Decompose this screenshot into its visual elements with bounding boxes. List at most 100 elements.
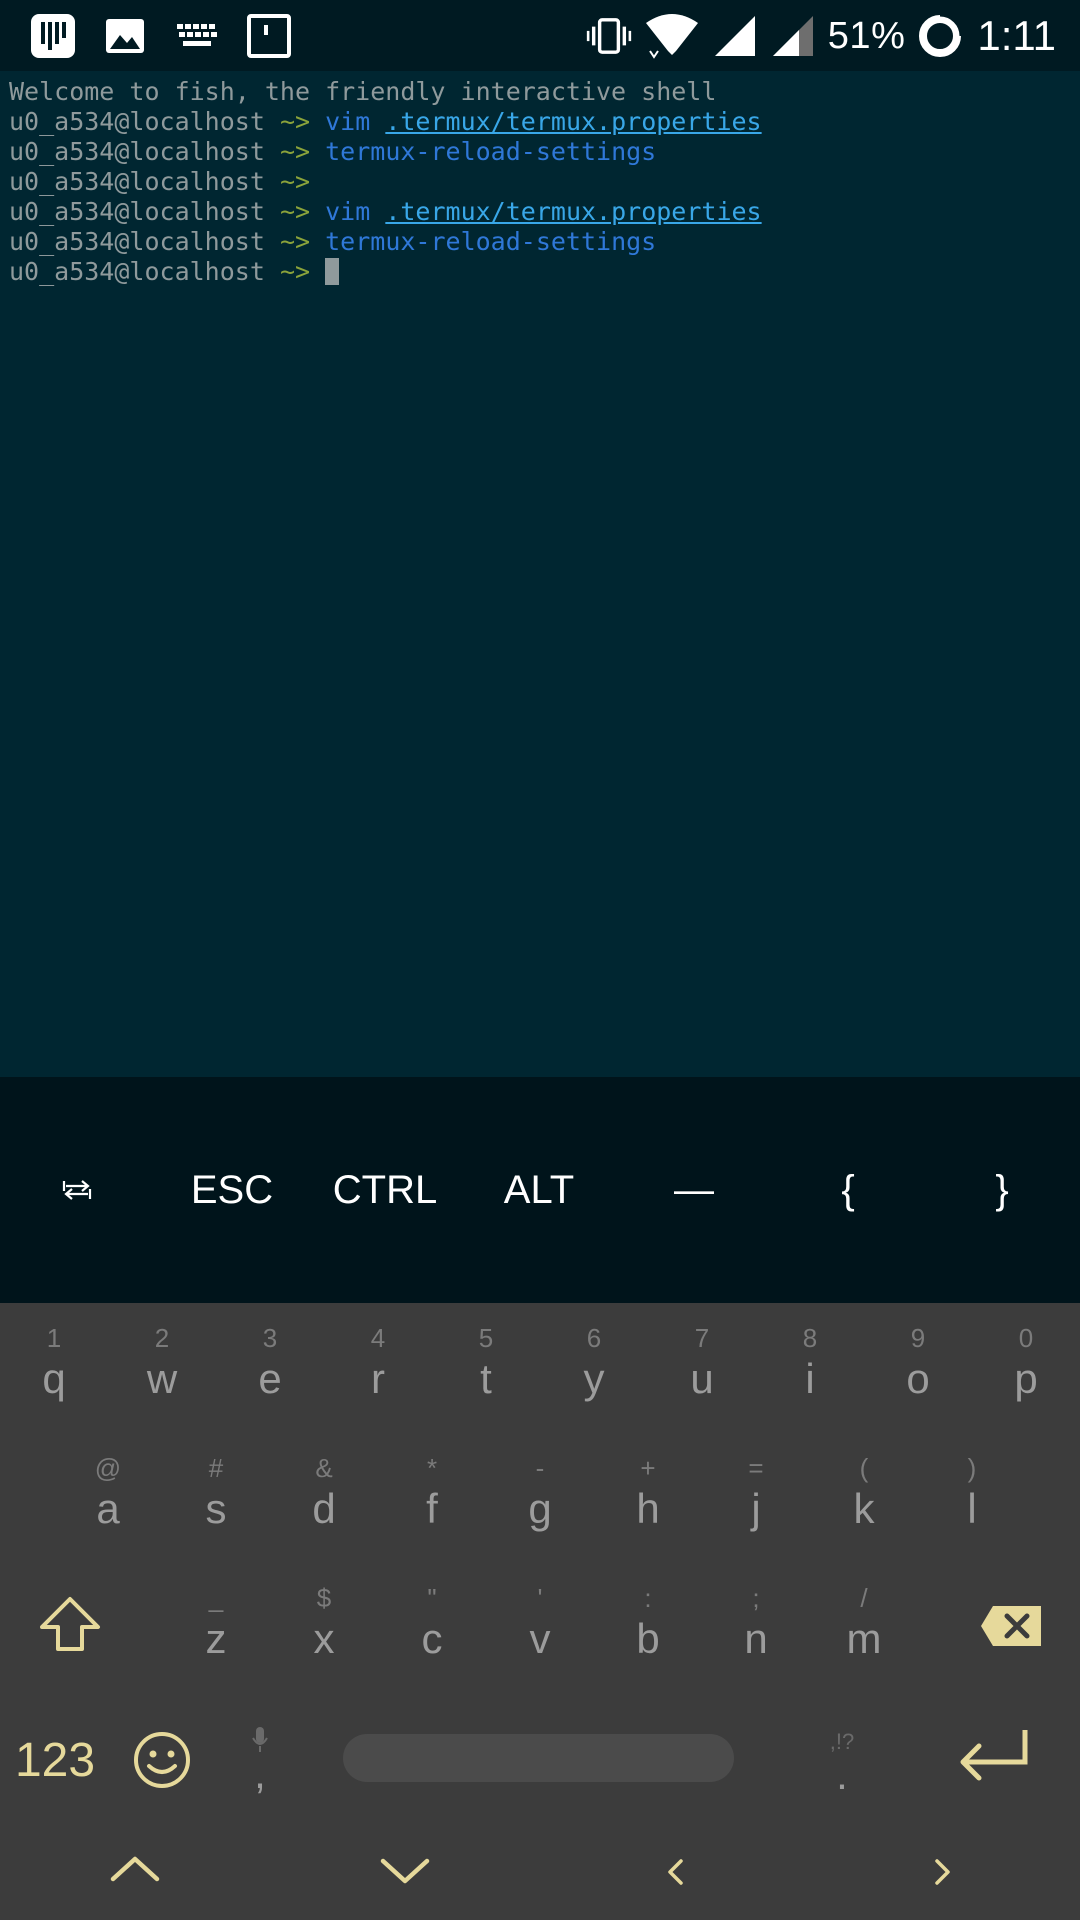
key-r[interactable]: 4r	[333, 1323, 423, 1401]
key-label: v	[529, 1615, 551, 1662]
key-g[interactable]: -g	[495, 1453, 585, 1531]
esc-key[interactable]: ESC	[191, 1160, 273, 1220]
key-label: m	[846, 1615, 882, 1662]
arrow-left-key[interactable]	[655, 1852, 695, 1892]
terminal-line-current: u0_a534@localhost ~>	[9, 257, 1080, 287]
arrow-up-key[interactable]	[105, 1848, 165, 1888]
key-hint: $	[316, 1583, 332, 1613]
prompt-symbol: ~>	[279, 107, 311, 136]
key-n[interactable]: ; n	[711, 1583, 801, 1661]
key-hint: 0	[1018, 1323, 1034, 1353]
status-bar: 51% 1:11	[0, 0, 1080, 71]
key-m[interactable]: / m	[819, 1583, 909, 1661]
key-u[interactable]: 7u	[657, 1323, 747, 1401]
key-label: x	[313, 1615, 335, 1662]
key-label: q	[42, 1355, 66, 1402]
key-t[interactable]: 5t	[441, 1323, 531, 1401]
key-f[interactable]: * f	[387, 1453, 477, 1531]
key-y[interactable]: 6y	[549, 1323, 639, 1401]
arrow-right-key[interactable]	[923, 1852, 963, 1892]
key-a[interactable]: @ a	[63, 1453, 153, 1531]
key-w[interactable]: 2w	[117, 1323, 207, 1401]
vibrate-icon	[586, 13, 632, 59]
command: vim	[325, 197, 371, 226]
key-z[interactable]: _ z	[171, 1583, 261, 1661]
tab-key[interactable]	[62, 1160, 92, 1220]
key-x[interactable]: $ x	[279, 1583, 369, 1661]
key-label: d	[312, 1485, 336, 1532]
key-hint: 9	[910, 1323, 926, 1353]
prompt-symbol: ~>	[279, 167, 311, 196]
key-q[interactable]: 1q	[9, 1323, 99, 1401]
key-label: f	[426, 1485, 438, 1532]
left-brace-key[interactable]: {	[841, 1160, 854, 1220]
numbers-key[interactable]: 123	[10, 1732, 100, 1788]
key-label: h	[636, 1485, 660, 1532]
backspace-key[interactable]	[976, 1602, 1046, 1650]
comma-label: ,	[254, 1750, 266, 1797]
key-hint: 7	[694, 1323, 710, 1353]
key-hint: *	[426, 1453, 438, 1483]
chevron-up-icon	[110, 1856, 160, 1882]
command: termux-reload-settings	[325, 227, 657, 256]
alt-key[interactable]: ALT	[504, 1160, 574, 1220]
key-i[interactable]: 8i	[765, 1323, 855, 1401]
period-label: .	[836, 1751, 848, 1798]
key-p[interactable]: 0p	[981, 1323, 1071, 1401]
key-hint: 6	[586, 1323, 602, 1353]
prompt-symbol: ~>	[279, 197, 311, 226]
key-hint: :	[644, 1583, 652, 1613]
terminal-line: u0_a534@localhost ~> termux-reload-setti…	[9, 137, 1080, 167]
enter-icon	[960, 1730, 1028, 1781]
key-label: y	[583, 1355, 605, 1402]
emoji-key[interactable]	[130, 1728, 194, 1792]
key-hint: 3	[262, 1323, 278, 1353]
command-argument[interactable]: .termux/termux.properties	[385, 107, 761, 136]
period-key[interactable]: ,!? .	[817, 1712, 867, 1812]
key-s[interactable]: # s	[171, 1453, 261, 1531]
key-label: u	[690, 1355, 714, 1402]
key-d[interactable]: & d	[279, 1453, 369, 1531]
key-hint: _	[208, 1583, 224, 1613]
prompt-symbol: ~>	[279, 257, 311, 286]
key-c[interactable]: " c	[387, 1583, 477, 1661]
dash-key[interactable]: —	[674, 1160, 714, 1220]
key-k[interactable]: (k	[819, 1453, 909, 1531]
prompt-user: u0_a534@localhost	[9, 167, 265, 196]
key-hint: #	[208, 1453, 224, 1483]
battery-percent: 51%	[827, 14, 906, 57]
key-label: s	[205, 1485, 227, 1532]
shift-key[interactable]	[30, 1592, 110, 1656]
key-h[interactable]: + h	[603, 1453, 693, 1531]
right-brace-key[interactable]: }	[995, 1160, 1008, 1220]
command-argument[interactable]: .termux/termux.properties	[385, 197, 761, 226]
key-label: g	[528, 1485, 552, 1532]
ctrl-key[interactable]: CTRL	[333, 1160, 437, 1220]
key-b[interactable]: :b	[603, 1583, 693, 1661]
key-label: a	[96, 1485, 120, 1532]
key-e[interactable]: 3e	[225, 1323, 315, 1401]
key-v[interactable]: ' v	[495, 1583, 585, 1661]
prompt-symbol: ~>	[279, 137, 311, 166]
key-hint: 8	[802, 1323, 818, 1353]
smiley-icon	[134, 1732, 190, 1788]
enter-key[interactable]	[950, 1722, 1036, 1792]
arrow-down-key[interactable]	[375, 1852, 435, 1892]
space-bar[interactable]	[343, 1734, 734, 1782]
key-o[interactable]: 9o	[873, 1323, 963, 1401]
command: vim	[325, 107, 371, 136]
shift-icon	[40, 1597, 100, 1651]
key-hint: '	[537, 1583, 543, 1613]
key-hint: ;	[752, 1583, 760, 1613]
prompt-user: u0_a534@localhost	[9, 197, 265, 226]
key-hint: /	[860, 1583, 868, 1613]
signal-strength-secondary-icon	[770, 13, 816, 59]
key-hint: 1	[46, 1323, 62, 1353]
key-hint: +	[640, 1453, 656, 1483]
key-j[interactable]: = j	[711, 1453, 801, 1531]
key-l[interactable]: ) l	[927, 1453, 1017, 1531]
terminal-view[interactable]: Welcome to fish, the friendly interactiv…	[0, 71, 1080, 1077]
key-label: o	[906, 1355, 930, 1402]
key-label: p	[1014, 1355, 1038, 1402]
comma-key[interactable]: ,	[235, 1710, 285, 1810]
